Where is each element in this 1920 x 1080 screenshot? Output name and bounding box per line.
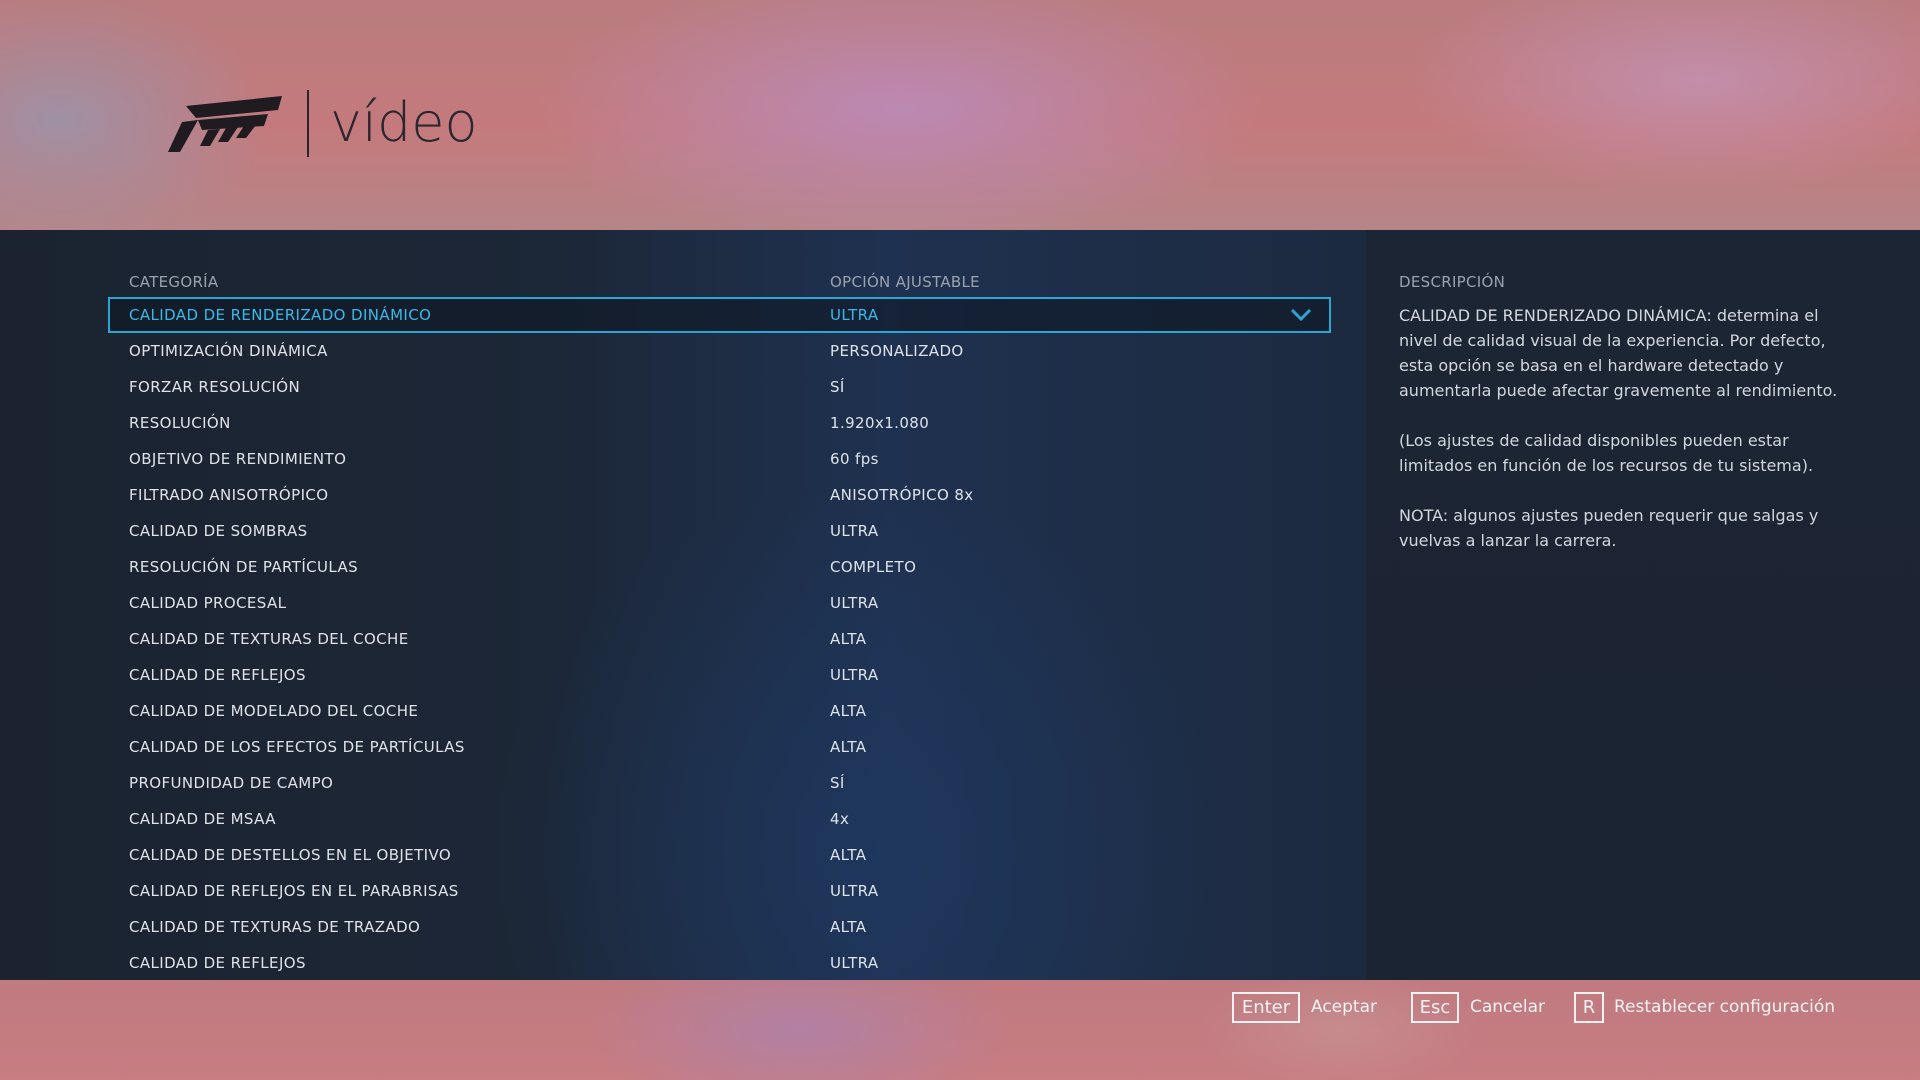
setting-value[interactable]: ULTRA (830, 513, 879, 549)
description-text: CALIDAD DE RENDERIZADO DINÁMICA: determi… (1399, 303, 1839, 578)
setting-row[interactable]: CALIDAD PROCESAL ULTRA (0, 585, 1366, 621)
setting-value[interactable]: 60 fps (830, 441, 879, 477)
setting-row[interactable]: OBJETIVO DE RENDIMIENTO 60 fps (0, 441, 1366, 477)
setting-row[interactable]: RESOLUCIÓN DE PARTÍCULAS COMPLETO (0, 549, 1366, 585)
description-paragraph: (Los ajustes de calidad disponibles pued… (1399, 431, 1814, 475)
setting-label: CALIDAD DE TEXTURAS DEL COCHE (129, 630, 409, 648)
setting-label: CALIDAD DE LOS EFECTOS DE PARTÍCULAS (129, 738, 465, 756)
setting-label: OPTIMIZACIÓN DINÁMICA (129, 342, 328, 360)
description-column-header: DESCRIPCIÓN (1399, 273, 1506, 291)
setting-label: CALIDAD PROCESAL (129, 594, 287, 612)
reset-label[interactable]: Restablecer configuración (1614, 992, 1835, 1023)
setting-value[interactable]: ALTA (830, 621, 866, 657)
setting-row[interactable]: CALIDAD DE SOMBRAS ULTRA (0, 513, 1366, 549)
setting-label: CALIDAD DE RENDERIZADO DINÁMICO (129, 306, 432, 324)
settings-list: CALIDAD DE RENDERIZADO DINÁMICO ULTRA OPTI… (0, 297, 1366, 981)
setting-value[interactable]: ULTRA (830, 585, 879, 621)
setting-row[interactable]: CALIDAD DE MODELADO DEL COCHE ALTA (0, 693, 1366, 729)
setting-label: CALIDAD DE DESTELLOS EN EL OBJETIVO (129, 846, 452, 864)
setting-label: CALIDAD DE TEXTURAS DE TRAZADO (129, 918, 421, 936)
description-paragraph: CALIDAD DE RENDERIZADO DINÁMICA: determi… (1399, 306, 1838, 400)
category-column-header: CATEGORÍA (129, 273, 219, 291)
setting-value[interactable]: SÍ (830, 765, 845, 801)
header-band (0, 0, 1920, 230)
setting-label: PROFUNDIDAD DE CAMPO (129, 774, 334, 792)
setting-label: CALIDAD DE SOMBRAS (129, 522, 308, 540)
setting-value[interactable]: 4x (830, 801, 849, 837)
setting-row[interactable]: FORZAR RESOLUCIÓN SÍ (0, 369, 1366, 405)
setting-value[interactable]: ALTA (830, 693, 866, 729)
setting-label: OBJETIVO DE RENDIMIENTO (129, 450, 347, 468)
setting-value[interactable]: ALTA (830, 837, 866, 873)
chevron-down-icon[interactable] (1289, 303, 1313, 327)
esc-key-button[interactable]: Esc (1411, 992, 1459, 1023)
setting-value[interactable]: ULTRA (830, 945, 879, 981)
setting-row[interactable]: CALIDAD DE RENDERIZADO DINÁMICO ULTRA (108, 297, 1331, 333)
setting-value[interactable]: ULTRA (830, 873, 879, 909)
setting-value[interactable]: ANISOTRÓPICO 8x (830, 477, 974, 513)
setting-label: CALIDAD DE REFLEJOS (129, 666, 306, 684)
setting-label: FILTRADO ANISOTRÓPICO (129, 486, 329, 504)
setting-row[interactable]: OPTIMIZACIÓN DINÁMICA PERSONALIZADO (0, 333, 1366, 369)
setting-value[interactable]: ALTA (830, 909, 866, 945)
setting-row[interactable]: CALIDAD DE REFLEJOS EN EL PARABRISAS ULTR… (0, 873, 1366, 909)
option-column-header: OPCIÓN AJUSTABLE (830, 273, 980, 291)
setting-label: CALIDAD DE MSAA (129, 810, 276, 828)
logo-divider (307, 90, 309, 157)
setting-value[interactable]: COMPLETO (830, 549, 916, 585)
setting-row[interactable]: CALIDAD DE MSAA 4x (0, 801, 1366, 837)
reset-key-button[interactable]: R (1574, 992, 1604, 1023)
enter-key-button[interactable]: Enter (1232, 992, 1300, 1023)
setting-label: FORZAR RESOLUCIÓN (129, 378, 301, 396)
page-title: vídeo (330, 91, 478, 154)
setting-row[interactable]: CALIDAD DE LOS EFECTOS DE PARTÍCULAS ALTA (0, 729, 1366, 765)
setting-row[interactable]: CALIDAD DE REFLEJOS ULTRA (0, 657, 1366, 693)
setting-row[interactable]: CALIDAD DE REFLEJOS ULTRA (0, 945, 1366, 981)
setting-value[interactable]: ULTRA (830, 297, 879, 333)
setting-value[interactable]: 1.920x1.080 (830, 405, 929, 441)
setting-label: CALIDAD DE REFLEJOS EN EL PARABRISAS (129, 882, 459, 900)
video-settings-page: vídeo CATEGORÍA OPCIÓN AJUSTABLE DESCRIP… (0, 0, 1920, 1080)
setting-label: RESOLUCIÓN DE PARTÍCULAS (129, 558, 359, 576)
setting-row[interactable]: PROFUNDIDAD DE CAMPO SÍ (0, 765, 1366, 801)
setting-value[interactable]: ALTA (830, 729, 866, 765)
setting-value[interactable]: SÍ (830, 369, 845, 405)
setting-row[interactable]: CALIDAD DE DESTELLOS EN EL OBJETIVO ALTA (0, 837, 1366, 873)
cancel-label[interactable]: Cancelar (1470, 992, 1545, 1023)
setting-value[interactable]: ULTRA (830, 657, 879, 693)
setting-row[interactable]: CALIDAD DE TEXTURAS DE TRAZADO ALTA (0, 909, 1366, 945)
accept-label[interactable]: Aceptar (1311, 992, 1377, 1023)
setting-row[interactable]: RESOLUCIÓN 1.920x1.080 (0, 405, 1366, 441)
setting-label: RESOLUCIÓN (129, 414, 231, 432)
setting-label: CALIDAD DE REFLEJOS (129, 954, 306, 972)
setting-label: CALIDAD DE MODELADO DEL COCHE (129, 702, 419, 720)
setting-value[interactable]: PERSONALIZADO (830, 333, 964, 369)
setting-row[interactable]: FILTRADO ANISOTRÓPICO ANISOTRÓPICO 8x (0, 477, 1366, 513)
forza-logo-icon (168, 96, 282, 152)
description-paragraph: NOTA: algunos ajustes pueden requerir qu… (1399, 506, 1819, 550)
setting-row[interactable]: CALIDAD DE TEXTURAS DEL COCHE ALTA (0, 621, 1366, 657)
